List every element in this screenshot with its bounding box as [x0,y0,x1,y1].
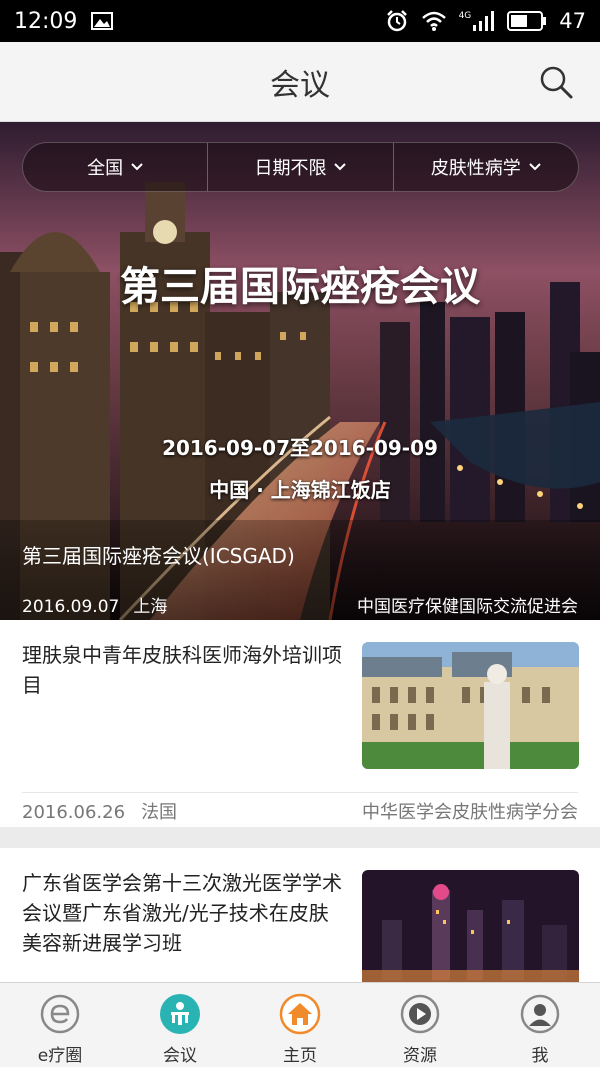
app-header: 会议 [0,42,600,122]
date-filter[interactable]: 日期不限 [207,143,392,191]
e-circle-icon [40,994,80,1034]
banner-title: 第三届国际痤疮会议 [120,264,480,310]
tab-home[interactable]: 主页 [240,983,360,1067]
network-label: 4G [458,11,472,21]
conference-title: 广东省医学会第十三次激光医学学术会议暨广东省激光/光子技术在皮肤美容新进展学习班 [22,871,342,955]
play-icon [400,994,440,1034]
meeting-icon [160,994,200,1034]
battery-icon [507,11,547,31]
region-filter-label: 全国 [87,158,124,179]
tab-label: 会议 [163,1046,197,1066]
profile-icon [520,994,560,1034]
wifi-icon [421,11,446,31]
specialty-filter-label: 皮肤性病学 [430,158,521,179]
conference-organizer: 中华医学会皮肤性病学分会 [362,802,578,823]
banner-location: 上海 [133,597,168,617]
banner-caption: 第三届国际痤疮会议(ICSGAD) [22,544,295,568]
home-icon [279,993,321,1035]
chevron-down-icon [334,163,347,171]
tab-label: 我 [531,1046,549,1066]
conference-meta: 2016.06.26 法国 中华医学会皮肤性病学分会 [22,796,578,826]
region-filter[interactable]: 全国 [23,143,207,191]
tab-label: e疗圈 [37,1046,83,1066]
divider [22,792,578,793]
conference-thumbnail [362,870,579,982]
filter-bar: 全国 日期不限 皮肤性病学 [22,142,579,192]
search-icon[interactable] [538,64,574,100]
signal-icon: 4G [459,11,496,31]
tab-label: 资源 [403,1046,437,1066]
conference-list-item[interactable]: 广东省医学会第十三次激光医学学术会议暨广东省激光/光子技术在皮肤美容新进展学习班 [0,848,600,982]
alarm-icon [386,10,407,32]
chevron-down-icon [529,163,541,171]
bottom-tab-bar: e疗圈 会议 主页 资源 我 [0,982,600,1067]
chevron-down-icon [131,163,143,171]
status-bar: 12:09 4G 47 [0,0,600,42]
tab-label: 主页 [283,1046,317,1066]
banner-meta: 2016.09.07 上海 中国医疗保健国际交流促进会 [22,592,578,617]
conference-title: 理肤泉中青年皮肤科医师海外培训项目 [22,643,342,697]
banner-venue: 中国 · 上海锦江饭店 [209,478,391,502]
image-icon [91,12,114,30]
battery-level: 47 [559,9,586,33]
tab-meeting[interactable]: 会议 [120,983,240,1067]
banner-dates: 2016-09-07至2016-09-09 [162,436,438,460]
status-time: 12:09 [14,8,78,34]
page-title: 会议 [270,67,330,103]
date-filter-label: 日期不限 [254,158,327,179]
tab-profile[interactable]: 我 [480,983,600,1067]
banner-date: 2016.09.07 [22,597,120,617]
featured-conference-banner[interactable]: 全国 日期不限 皮肤性病学 第三届国际痤疮会议 2016-09-07至2016-… [0,122,600,620]
conference-thumbnail [362,642,579,769]
tab-e-circle[interactable]: e疗圈 [0,983,120,1067]
banner-organizer: 中国医疗保健国际交流促进会 [357,597,578,617]
specialty-filter[interactable]: 皮肤性病学 [392,143,578,191]
conference-location: 法国 [141,802,178,823]
tab-resources[interactable]: 资源 [360,983,480,1067]
conference-list-item[interactable]: 理肤泉中青年皮肤科医师海外培训项目 2016.06.26 法国 中华医学会皮肤性病… [0,620,600,827]
conference-date: 2016.06.26 [22,802,126,823]
